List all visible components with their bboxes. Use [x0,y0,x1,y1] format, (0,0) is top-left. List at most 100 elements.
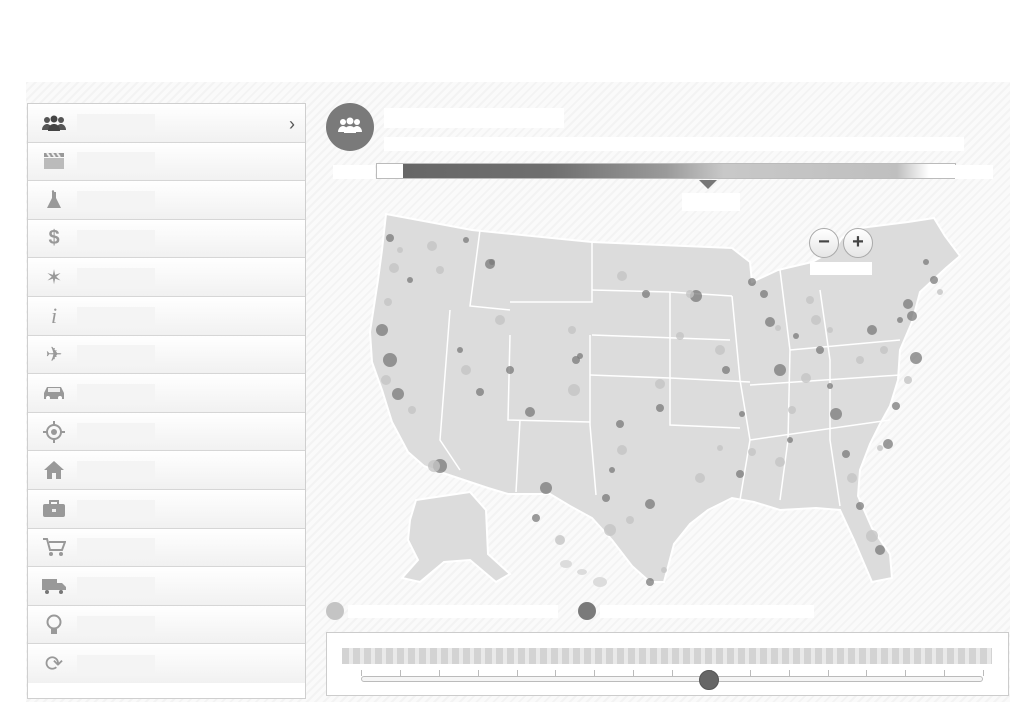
map-dot [686,290,694,298]
page-header [0,0,1024,82]
map-dot [923,259,929,265]
map-dot [384,298,392,306]
map-dot [617,271,627,281]
us-map[interactable] [360,210,990,595]
timeline-tick [517,670,518,676]
map-dot [788,406,796,414]
sidebar-item-shipping[interactable] [28,567,305,606]
clapperboard-icon [39,150,69,172]
scale-max-label [955,165,993,179]
sidebar-item-science[interactable] [28,181,305,220]
zoom-in-button[interactable]: + [843,228,873,258]
sidebar-item-label [77,499,155,518]
sidebar-item-label [77,461,155,480]
map-dot [609,467,615,473]
map-dot [397,247,403,253]
page-title [28,10,348,34]
sidebar-item-business[interactable] [28,489,305,529]
timeline-track[interactable] [361,676,983,682]
sidebar-item-housing[interactable] [28,451,305,490]
map-dot [676,332,684,340]
map-dot [568,384,580,396]
map-dot [903,299,913,309]
timeline-tick [750,670,751,676]
map-dot [867,325,877,335]
map-dot [811,315,821,325]
sidebar-item-label [77,268,155,287]
alaska-shape[interactable] [400,490,512,584]
map-dot [642,290,650,298]
timeline-tick [400,670,401,676]
map-dot [806,296,814,304]
map-dot [389,263,399,273]
sidebar-item-film[interactable] [28,142,305,182]
map-dot [892,402,900,410]
map-dot [748,448,756,456]
map-dot [555,535,565,545]
sidebar-item-label [77,190,155,209]
map-dot [717,445,723,451]
sidebar-item-label [77,152,155,171]
map-dot [793,333,799,339]
map-dot [722,366,730,374]
map-dot [376,324,388,336]
timeline-panel [326,632,1009,696]
panel-title [384,108,564,128]
briefcase-icon [39,498,69,520]
map-dot [842,450,850,458]
map-dot [645,499,655,509]
sidebar-item-law[interactable]: ✶ [28,258,305,297]
shopping-cart-icon [39,536,69,558]
scale-pointer-icon [699,180,717,189]
timeline-tick [594,670,595,676]
sidebar-item-shopping[interactable] [28,528,305,568]
map-dot [476,388,484,396]
sidebar-item-info[interactable]: i [28,296,305,336]
map-dot [428,460,440,472]
sidebar-item-label [77,654,155,673]
map-dot [775,325,781,331]
map-dot [937,289,943,295]
zoom-out-button[interactable]: − [809,228,839,258]
map-dot [695,473,705,483]
sidebar-item-cars[interactable] [28,374,305,413]
sidebar-item-ideas[interactable] [28,605,305,645]
map-dot [897,317,903,323]
dollar-icon: $ [48,227,60,250]
car-icon [39,382,69,404]
sidebar-item-cycle[interactable]: ⟳ [28,644,305,683]
map-dot [532,514,540,522]
timeline-tick [983,670,984,676]
map-dot [816,346,824,354]
sidebar-item-people[interactable]: › [28,104,305,143]
hawaii-shape [560,560,607,587]
sidebar-item-economy[interactable]: $ [28,219,305,259]
map-dot [436,266,444,274]
map-dot [485,259,495,269]
map-dot [381,375,391,385]
map-dot [765,317,775,327]
map-dot [407,277,413,283]
sidebar-item-label [77,345,155,364]
map-dot [616,420,624,428]
legend-dot-light [326,602,344,620]
map-dot [760,290,768,298]
sidebar-item-label [77,576,155,595]
lightbulb-icon [39,614,69,636]
map-dot [856,502,864,510]
map-dot [827,327,833,333]
refresh-icon: ⟳ [44,650,64,676]
map-dot [775,457,785,467]
map-dot [904,376,912,384]
map-dot [787,437,793,443]
map-dot [847,473,857,483]
sidebar-item-target[interactable] [28,412,305,452]
legend-label-light [348,605,558,618]
sidebar-item-air-travel[interactable]: ✈ [28,335,305,375]
timeline-tick [866,670,867,676]
page-subtitle [28,36,988,66]
truck-icon [39,575,69,597]
map-dot [774,364,786,376]
map-dot [626,516,634,524]
sidebar-item-label [77,422,155,441]
